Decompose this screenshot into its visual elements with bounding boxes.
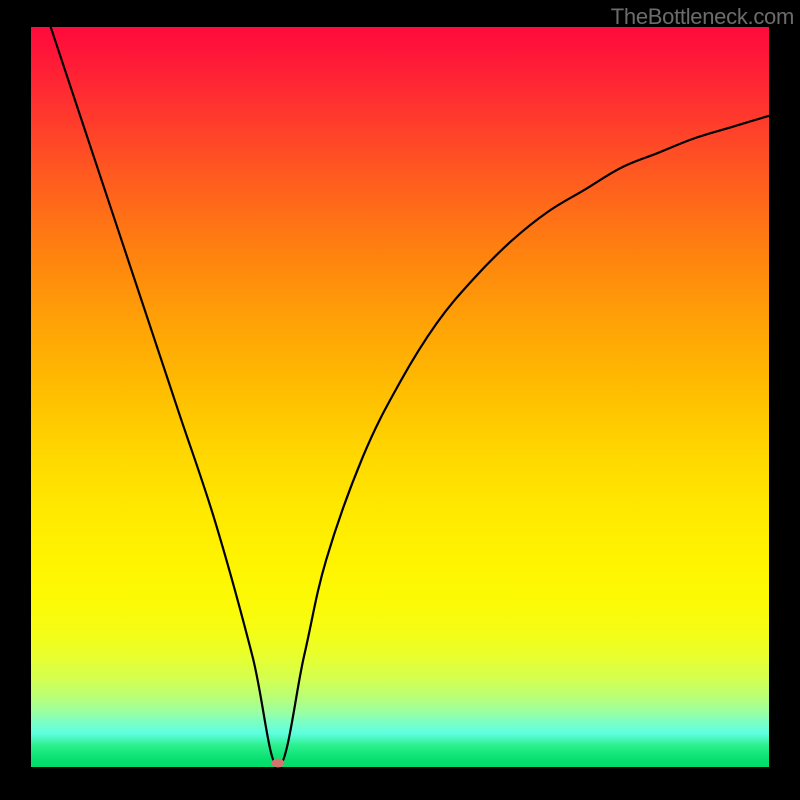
attribution-text: TheBottleneck.com (611, 4, 794, 30)
minimum-marker (272, 758, 285, 767)
bottleneck-curve (31, 27, 769, 767)
curve-svg (31, 27, 769, 767)
gradient-plot-area (31, 27, 769, 767)
